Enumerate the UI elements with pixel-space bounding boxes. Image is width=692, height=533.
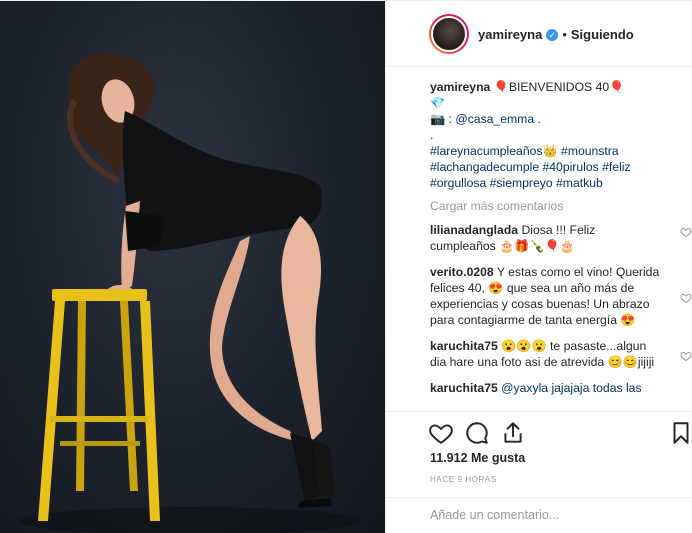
post-window: yamireyna ✓ • Siguiendo yamireyna 🎈BIENV… — [0, 0, 692, 533]
hashtag-link[interactable]: #siempreyo — [490, 176, 553, 190]
separator-dot: • — [562, 27, 567, 42]
comment-icon[interactable] — [464, 420, 490, 446]
hashtag-link[interactable]: #lachangadecumple — [430, 160, 539, 174]
comment-item: verito.0208 Y estas como el vino! Querid… — [430, 264, 692, 328]
caption-line-4: . — [430, 128, 434, 142]
comment-username[interactable]: karuchita75 — [430, 339, 498, 353]
comment-username[interactable]: verito.0208 — [430, 265, 494, 279]
floor-shadow — [20, 507, 360, 533]
post-side-panel: yamireyna ✓ • Siguiendo yamireyna 🎈BIENV… — [385, 1, 692, 533]
verified-badge-icon: ✓ — [546, 28, 559, 41]
caption-line-3-prefix: 📷 : — [430, 112, 456, 126]
caption: yamireyna 🎈BIENVENIDOS 40🎈 💎 📷 : @casa_e… — [430, 79, 692, 191]
bookmark-icon[interactable] — [668, 420, 692, 446]
like-count[interactable]: 11.912 Me gusta — [430, 451, 525, 465]
yellow-stool — [38, 289, 160, 521]
caption-line-3-suffix: . — [534, 112, 541, 126]
hashtag-link[interactable]: #40pirulos — [542, 160, 598, 174]
leg-back — [281, 216, 322, 441]
comment-item: karuchita75 @yaxyla jajajaja todas las — [430, 380, 692, 396]
share-icon[interactable] — [500, 420, 526, 446]
add-comment-input[interactable] — [430, 508, 680, 522]
avatar[interactable] — [429, 14, 469, 54]
hashtag-link[interactable]: #matkub — [556, 176, 603, 190]
comment-text: @yaxyla jajajaja todas las — [501, 381, 642, 395]
add-comment-section — [386, 497, 692, 533]
hashtag-link[interactable]: #lareynacumpleaños👑 — [430, 144, 558, 158]
hashtag-link[interactable]: #feliz — [602, 160, 630, 174]
heart-icon[interactable] — [680, 226, 692, 238]
heart-icon[interactable] — [428, 420, 454, 446]
mention-link[interactable]: @casa_emma — [455, 112, 534, 126]
hashtag-link[interactable]: #orgullosa — [430, 176, 486, 190]
comment-username[interactable]: lilianadanglada — [430, 223, 518, 237]
photo-illustration — [20, 52, 360, 533]
heart-icon[interactable] — [680, 350, 692, 362]
follow-button[interactable]: Siguiendo — [571, 27, 634, 42]
comment-username[interactable]: karuchita75 — [430, 381, 498, 395]
caption-line-1: 🎈BIENVENIDOS 40🎈 — [493, 80, 625, 94]
load-more-comments-button[interactable]: Cargar más comentarios — [430, 198, 692, 214]
comment-item: karuchita75 😮😮😮 te pasaste...algun dia h… — [430, 338, 692, 370]
caption-line-2: 💎 — [430, 96, 446, 110]
author-username[interactable]: yamireyna — [478, 27, 542, 42]
header-text: yamireyna ✓ • Siguiendo — [478, 27, 634, 42]
comment-item: lilianadanglada Diosa !!! Feliz cumpleañ… — [430, 222, 692, 254]
heart-icon[interactable] — [680, 292, 692, 304]
post-header: yamireyna ✓ • Siguiendo — [386, 1, 692, 67]
post-timestamp[interactable]: HACE 9 HORAS — [430, 475, 497, 484]
comments-list[interactable]: yamireyna 🎈BIENVENIDOS 40🎈 💎 📷 : @casa_e… — [430, 79, 692, 411]
post-photo[interactable] — [0, 1, 385, 533]
caption-author[interactable]: yamireyna — [430, 80, 490, 94]
hashtag-link[interactable]: #mounstra — [561, 144, 619, 158]
